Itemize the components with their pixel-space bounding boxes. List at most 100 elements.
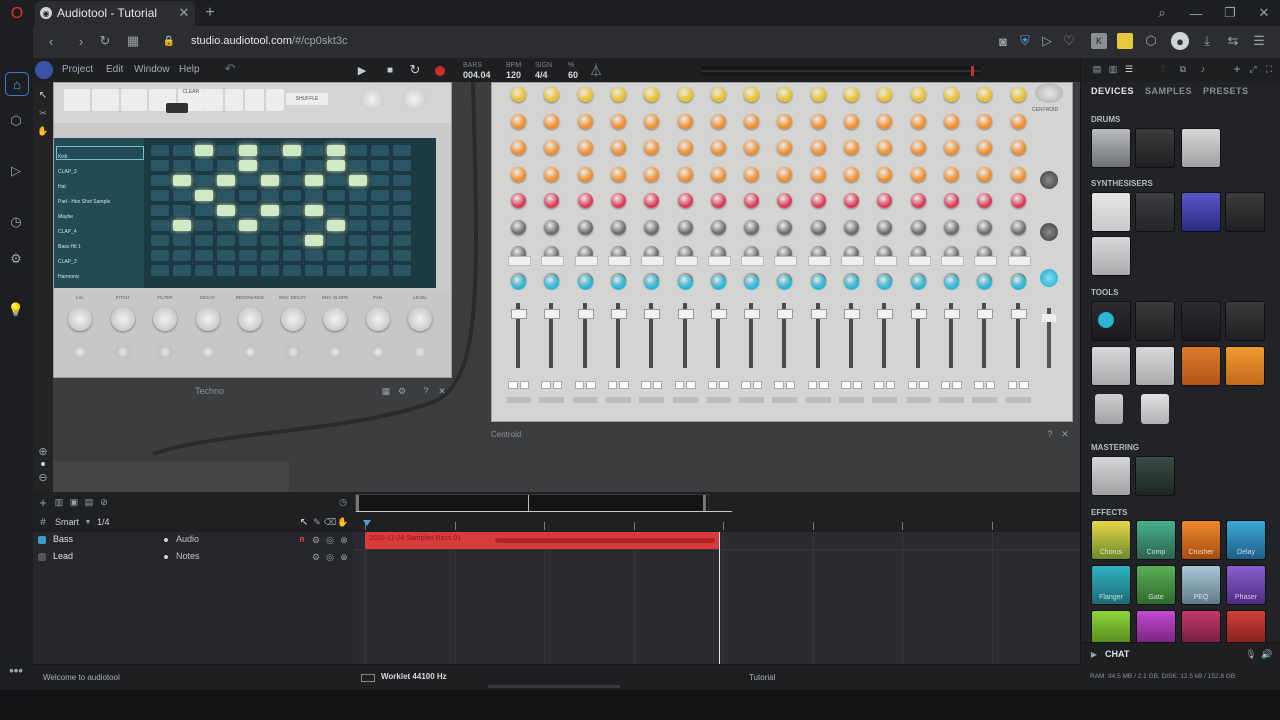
mixer-knob[interactable]: [777, 219, 793, 235]
step-pad[interactable]: [195, 235, 213, 246]
mixer-channel[interactable]: [669, 83, 702, 421]
mixer-knob[interactable]: [710, 87, 726, 102]
drum-mod-knob[interactable]: [285, 345, 300, 359]
device-desktop[interactable]: CLEAR SHUFFLE Kick CLAP_3 Hat Pad - Hex …: [53, 82, 1080, 492]
step-pad[interactable]: [283, 160, 301, 171]
step-pad[interactable]: [305, 145, 323, 156]
drum-param-knob[interactable]: [280, 307, 305, 331]
mixer-knob[interactable]: [877, 113, 893, 129]
step-pad[interactable]: [195, 205, 213, 216]
pre-button[interactable]: [508, 256, 531, 266]
keyboard-synth-device[interactable]: [1091, 192, 1131, 232]
mixer-knob[interactable]: [877, 140, 893, 155]
channel-fader[interactable]: [810, 303, 827, 368]
step-pad[interactable]: [217, 250, 235, 261]
mixer-knob[interactable]: [810, 113, 826, 129]
wavetable-synth-device[interactable]: [1181, 192, 1221, 232]
mixer-knob[interactable]: [544, 166, 560, 182]
playhead[interactable]: [719, 532, 720, 664]
centroid-mixer[interactable]: CENTROID: [491, 82, 1073, 422]
volume-knob[interactable]: [402, 87, 426, 111]
bassline-device[interactable]: [1135, 192, 1175, 232]
step-pad[interactable]: [305, 160, 323, 171]
step-pad[interactable]: [371, 250, 389, 261]
step-pad[interactable]: [283, 250, 301, 261]
effect-device[interactable]: Phaser: [1226, 565, 1266, 605]
device-settings-icon[interactable]: ⚙: [397, 386, 407, 396]
mixer-channel[interactable]: [635, 83, 668, 421]
mixer-knob[interactable]: [844, 219, 859, 235]
mixer-knob[interactable]: [610, 87, 626, 102]
pan-tool-icon[interactable]: ✋: [36, 124, 50, 138]
mic-view-icon[interactable]: ♪: [1197, 63, 1209, 75]
step-pad[interactable]: [393, 265, 411, 276]
mixer-knob[interactable]: [511, 113, 526, 129]
tool-device-9[interactable]: [1095, 394, 1123, 424]
step-pad[interactable]: [327, 250, 345, 261]
track-remove-icon[interactable]: ⊗: [339, 534, 349, 546]
pan-knob[interactable]: [877, 275, 893, 290]
automation-icon[interactable]: ▣: [68, 495, 80, 509]
master-knob[interactable]: [1035, 83, 1063, 103]
pencil-tool-icon[interactable]: ✎: [311, 516, 323, 528]
step-pad[interactable]: [371, 160, 389, 171]
mastering-device-1[interactable]: [1091, 456, 1131, 496]
mixer-knob[interactable]: [943, 193, 959, 208]
pre-button[interactable]: [707, 256, 731, 266]
timeline-grid[interactable]: 2020-11-24 Sampled Bass 01: [353, 532, 1080, 664]
pan-knob[interactable]: [810, 275, 826, 290]
sign-value[interactable]: 4/4: [535, 70, 548, 80]
step-pad[interactable]: [239, 250, 257, 261]
mute-solo-buttons[interactable]: [907, 381, 929, 389]
mixer-knob[interactable]: [677, 193, 693, 208]
drum-param-knob[interactable]: [68, 307, 92, 331]
step-pads[interactable]: [149, 143, 429, 283]
mixer-knob[interactable]: [1010, 113, 1026, 129]
effect-device[interactable]: Chorus: [1091, 520, 1131, 560]
mute-solo-buttons[interactable]: [574, 381, 596, 389]
mixer-knob[interactable]: [577, 87, 593, 102]
menu-edit[interactable]: Edit: [106, 64, 123, 75]
home-icon[interactable]: ⌂: [5, 72, 29, 96]
step-pad[interactable]: [173, 205, 191, 216]
mixer-knob[interactable]: [644, 87, 660, 102]
snap-value[interactable]: 1/4: [97, 517, 110, 527]
step-pad-active[interactable]: [261, 205, 279, 216]
undo-icon[interactable]: ↶: [223, 61, 237, 76]
aux-return-2-knob[interactable]: [1040, 223, 1058, 241]
tool-device-5[interactable]: [1091, 346, 1131, 386]
step-pad[interactable]: [371, 220, 389, 231]
tool-device-4[interactable]: [1225, 301, 1265, 341]
mixer-knob[interactable]: [844, 113, 859, 129]
track-mute-icon[interactable]: ◎: [325, 551, 335, 563]
tab-samples[interactable]: SAMPLES: [1145, 86, 1192, 96]
step-pad[interactable]: [349, 250, 367, 261]
kobolt-device[interactable]: [1181, 301, 1221, 341]
effect-device[interactable]: Flanger: [1091, 565, 1131, 605]
opera-logo-icon[interactable]: O: [8, 5, 26, 23]
mixer-knob[interactable]: [844, 193, 859, 208]
mute-solo-buttons[interactable]: [741, 381, 763, 389]
reload-icon[interactable]: ↻: [97, 33, 113, 49]
step-pad[interactable]: [151, 160, 169, 171]
bars-value[interactable]: 004.04: [463, 70, 491, 80]
menu-icon[interactable]: ☰: [1251, 33, 1267, 49]
step-pad[interactable]: [239, 190, 257, 201]
pre-button[interactable]: [574, 256, 598, 266]
mixer-knob[interactable]: [910, 193, 926, 208]
step-pad[interactable]: [239, 175, 257, 186]
mixer-knob[interactable]: [910, 219, 926, 235]
mixer-channel[interactable]: [535, 83, 568, 421]
loop-icon[interactable]: ↻: [408, 62, 422, 77]
mixer-knob[interactable]: [1010, 193, 1026, 208]
new-tab-icon[interactable]: +: [201, 4, 219, 22]
step-pad[interactable]: [261, 235, 279, 246]
tool-device-8[interactable]: [1225, 346, 1265, 386]
mixer-knob[interactable]: [744, 113, 760, 129]
step-pad-active[interactable]: [327, 145, 345, 156]
speaker-icon[interactable]: 🔊: [1261, 648, 1272, 660]
fullscreen-icon[interactable]: ⛶: [1263, 63, 1275, 75]
mixer-knob[interactable]: [977, 166, 993, 182]
step-pad[interactable]: [217, 190, 235, 201]
step-pad[interactable]: [327, 190, 345, 201]
